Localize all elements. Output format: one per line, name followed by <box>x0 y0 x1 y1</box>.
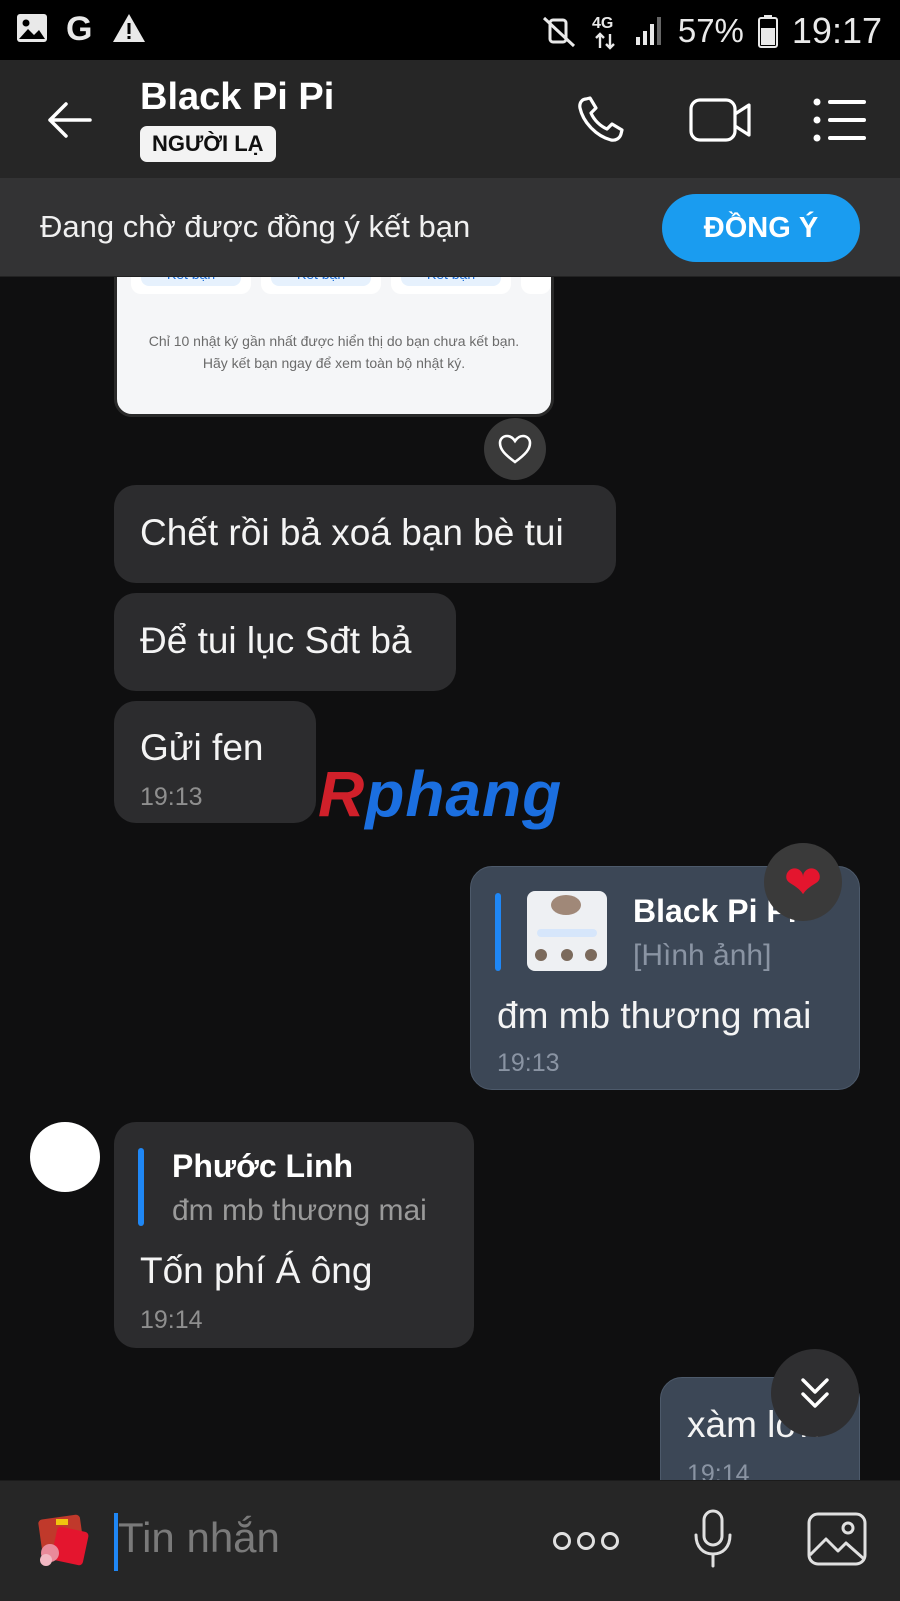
clock: 19:17 <box>791 10 882 51</box>
message-text: Tốn phí Á ông <box>140 1250 373 1291</box>
google-icon: G <box>66 12 92 44</box>
friend-request-text: Đang chờ được đồng ý kết bạn <box>40 209 471 244</box>
avatar[interactable] <box>30 1122 100 1192</box>
microphone-icon[interactable] <box>692 1509 734 1569</box>
battery-icon <box>757 15 778 48</box>
reply-preview: đm mb thương mai <box>172 1194 427 1227</box>
message-time: 19:13 <box>140 783 203 811</box>
message-bubble[interactable]: Để tui lục Sđt bả <box>114 593 456 691</box>
sticker-icon[interactable] <box>34 1513 92 1569</box>
react-button[interactable] <box>484 418 546 480</box>
message-bubble[interactable]: Chết rồi bả xoá bạn bè tui <box>114 485 616 583</box>
shared-image-add-friend-label: Kết bạn <box>141 277 241 286</box>
back-arrow-icon[interactable] <box>44 95 94 145</box>
menu-icon[interactable] <box>812 94 868 146</box>
message-bubble[interactable]: Gửi fen 19:13 <box>114 701 316 823</box>
message-bubble[interactable]: Phước Linh đm mb thương mai Tốn phí Á ôn… <box>114 1122 474 1348</box>
status-bar: G 4G 57% 19:17 <box>0 0 900 60</box>
message-text: Gửi fen <box>140 727 264 768</box>
shared-image-add-friend-label: Kết bạn <box>401 277 501 286</box>
message-text: Chết rồi bả xoá bạn bè tui <box>140 512 564 553</box>
warning-icon <box>113 14 145 42</box>
battery-percent: 57% <box>677 12 744 49</box>
stranger-badge: NGƯỜI LẠ <box>140 126 276 162</box>
gallery-icon[interactable] <box>806 1511 868 1567</box>
watermark-logo: Rphang <box>318 758 563 830</box>
double-chevron-down-icon <box>801 1378 829 1408</box>
reply-preview: [Hình ảnh] <box>633 939 772 972</box>
more-icon[interactable] <box>552 1527 620 1555</box>
phone-icon[interactable] <box>574 94 630 146</box>
friend-request-bar: Đang chờ được đồng ý kết bạn ĐỒNG Ý <box>0 178 900 277</box>
message-list[interactable]: Kết bạn Kết bạn Kết bạn Chỉ 10 nhật ký g… <box>0 277 900 1480</box>
reply-sender-name: Phước Linh <box>172 1148 354 1184</box>
mute-icon <box>542 16 575 48</box>
reply-thumbnail <box>527 891 607 971</box>
message-text: đm mb thương mai <box>497 995 812 1036</box>
video-icon[interactable] <box>688 94 752 146</box>
chat-header: Black Pi Pi NGƯỜI LẠ <box>0 60 900 178</box>
signal-icon <box>635 17 661 45</box>
message-time: 19:14 <box>140 1306 203 1334</box>
heart-reaction-icon[interactable]: ❤ <box>764 843 842 921</box>
accept-friend-button[interactable]: ĐỒNG Ý <box>662 194 860 262</box>
heart-outline-icon <box>498 434 532 464</box>
scroll-to-bottom-button[interactable] <box>771 1349 859 1437</box>
composer-bar: Tin nhắn <box>0 1480 900 1601</box>
image-icon <box>17 14 47 42</box>
message-time: 19:13 <box>497 1049 560 1077</box>
message-time: 19:14 <box>687 1460 750 1480</box>
svg-text:G: G <box>66 12 92 44</box>
shared-image-message[interactable]: Kết bạn Kết bạn Kết bạn Chỉ 10 nhật ký g… <box>114 277 554 417</box>
message-input[interactable]: Tin nhắn <box>118 1514 280 1562</box>
reply-quote-bar <box>138 1148 144 1226</box>
message-text: Để tui lục Sđt bả <box>140 620 412 661</box>
network-label: 4G <box>592 15 613 32</box>
4g-data-icon: 4G <box>592 15 615 50</box>
contact-name[interactable]: Black Pi Pi <box>140 76 334 119</box>
shared-image-note: Chỉ 10 nhật ký gần nhất được hiển thị do… <box>148 333 520 371</box>
reply-quote-bar <box>495 893 501 971</box>
shared-image-add-friend-label: Kết bạn <box>271 277 371 286</box>
